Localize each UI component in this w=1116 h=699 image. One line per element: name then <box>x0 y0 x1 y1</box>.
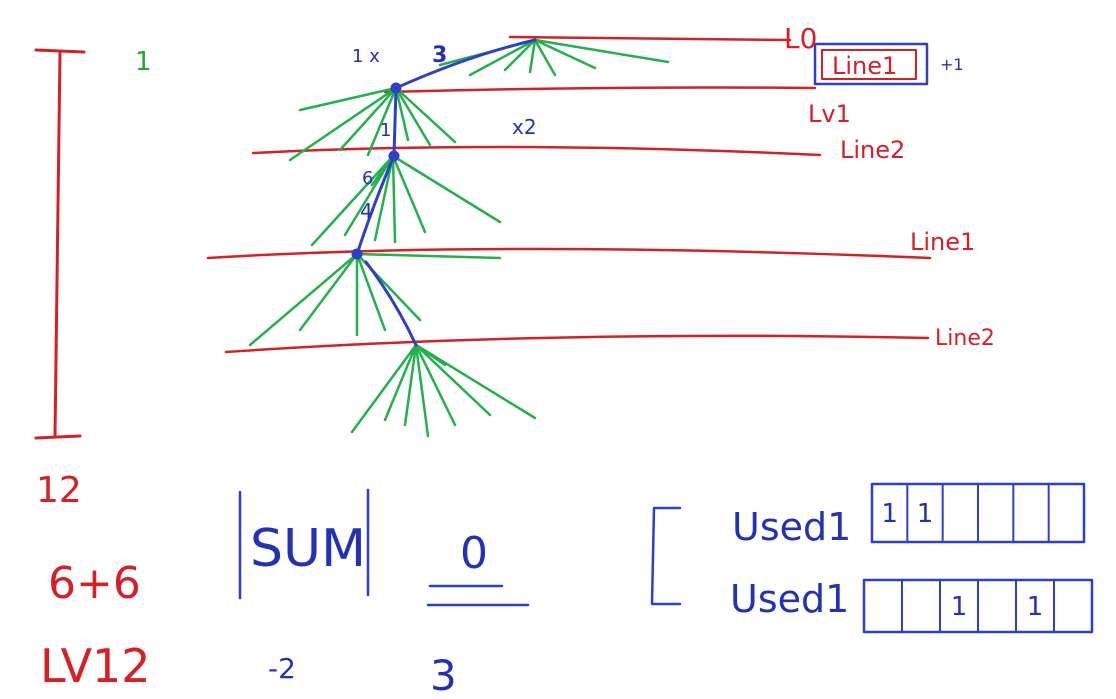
used-array-b: 11 <box>862 578 1094 634</box>
label-line1-mid: Line1 <box>910 228 975 256</box>
label-three-bottom: 3 <box>430 651 457 699</box>
array-cell: 1 <box>881 499 898 529</box>
label-line2-b: Line2 <box>935 326 995 351</box>
array-cell: 1 <box>917 499 934 529</box>
label-top-left-one: 1 <box>135 47 152 77</box>
used-bracket <box>650 506 682 606</box>
used-array-a: 11 <box>870 482 1086 544</box>
level-line-l0 <box>508 35 792 42</box>
label-twelve: 12 <box>36 470 82 511</box>
label-six-plus-six: 6+6 <box>48 558 141 609</box>
label-lv12: LV12 <box>40 639 151 693</box>
label-l0: L0 <box>784 22 817 55</box>
label-one-x: 1 x <box>352 46 380 67</box>
label-four: 4 <box>360 199 373 223</box>
sketch-canvas: L0 Line1 +1 Lv1 Line2 Line1 Line2 1 1 x … <box>34 22 1094 699</box>
label-three: 3 <box>432 43 447 68</box>
array-cell: 1 <box>951 592 968 622</box>
label-minus-two: -2 <box>268 652 296 685</box>
level-line-line2a <box>251 145 822 157</box>
height-bracket <box>34 48 86 440</box>
zero-underline <box>426 584 530 607</box>
label-used1-a: Used1 <box>732 505 851 549</box>
path-node-3 <box>351 248 363 260</box>
search-tree <box>248 38 670 438</box>
chosen-path <box>351 38 537 347</box>
level-line-line1 <box>206 247 932 260</box>
label-sum: SUM <box>250 519 366 579</box>
path-node-2 <box>388 150 400 162</box>
level-line-lv1 <box>383 86 817 94</box>
path-node-1 <box>390 82 402 94</box>
label-plus-one: +1 <box>940 55 964 74</box>
label-line2-a: Line2 <box>840 136 905 164</box>
label-six: 6 <box>362 168 373 189</box>
label-x2: x2 <box>512 115 537 139</box>
label-lv1: Lv1 <box>808 100 851 128</box>
array-cell: 1 <box>1027 592 1044 622</box>
level-line-line2b <box>224 334 930 354</box>
label-used1-b: Used1 <box>730 577 849 621</box>
label-zero: 0 <box>460 528 488 579</box>
label-one-small: 1 <box>380 120 391 141</box>
label-line1-top: Line1 <box>832 52 897 80</box>
